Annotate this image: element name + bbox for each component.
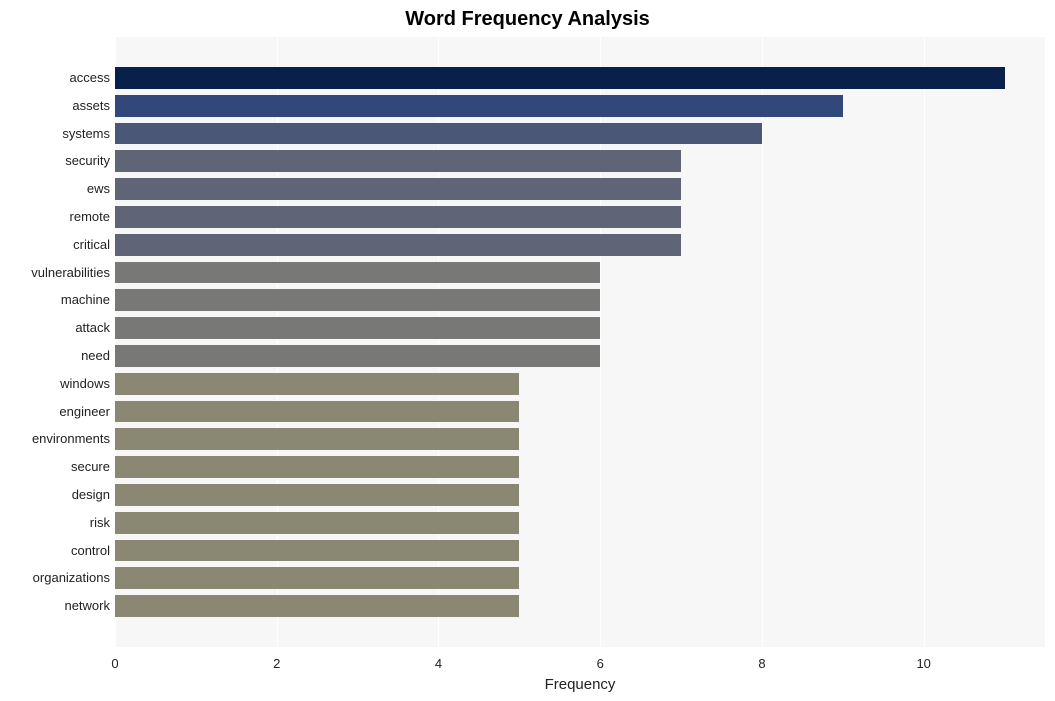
bar	[115, 567, 519, 589]
bar	[115, 345, 600, 367]
y-tick-label: remote	[0, 206, 110, 228]
bar	[115, 234, 681, 256]
x-tick-label: 4	[435, 656, 442, 671]
bars-group	[115, 37, 1045, 647]
y-tick-label: network	[0, 595, 110, 617]
chart-container: Word Frequency Analysis access assets syst…	[0, 0, 1055, 701]
x-axis-label: Frequency	[115, 676, 1045, 693]
bar	[115, 484, 519, 506]
y-tick-label: assets	[0, 95, 110, 117]
bar-row	[115, 567, 519, 589]
bar	[115, 317, 600, 339]
y-tick-label: design	[0, 484, 110, 506]
y-tick-label: security	[0, 150, 110, 172]
bar-row	[115, 317, 600, 339]
y-tick-label: windows	[0, 373, 110, 395]
y-tick-label: systems	[0, 123, 110, 145]
x-tick-label: 0	[111, 656, 118, 671]
y-tick-label: need	[0, 345, 110, 367]
bar-row	[115, 178, 681, 200]
bar	[115, 595, 519, 617]
bar-row	[115, 95, 843, 117]
bar	[115, 512, 519, 534]
bar	[115, 373, 519, 395]
bar	[115, 540, 519, 562]
bar-row	[115, 345, 600, 367]
y-tick-label: organizations	[0, 567, 110, 589]
bar-row	[115, 456, 519, 478]
y-tick-label: risk	[0, 512, 110, 534]
y-tick-label: environments	[0, 428, 110, 450]
bar	[115, 401, 519, 423]
bar	[115, 67, 1005, 89]
y-tick-label: engineer	[0, 401, 110, 423]
bar	[115, 206, 681, 228]
y-tick-label: control	[0, 540, 110, 562]
bar-row	[115, 67, 1005, 89]
bar-row	[115, 512, 519, 534]
y-tick-label: attack	[0, 317, 110, 339]
x-tick-label: 2	[273, 656, 280, 671]
bar	[115, 428, 519, 450]
bar	[115, 150, 681, 172]
x-tick-label: 8	[758, 656, 765, 671]
x-tick-label: 10	[916, 656, 930, 671]
bar-row	[115, 206, 681, 228]
bar	[115, 262, 600, 284]
bar-row	[115, 540, 519, 562]
y-tick-label: ews	[0, 178, 110, 200]
bar-row	[115, 234, 681, 256]
y-tick-label: critical	[0, 234, 110, 256]
x-tick-label: 6	[597, 656, 604, 671]
bar-row	[115, 428, 519, 450]
bar	[115, 289, 600, 311]
plot-area	[115, 37, 1045, 647]
bar	[115, 95, 843, 117]
bar-row	[115, 262, 600, 284]
y-tick-label: secure	[0, 456, 110, 478]
bar-row	[115, 595, 519, 617]
y-tick-label: vulnerabilities	[0, 262, 110, 284]
y-tick-label: machine	[0, 289, 110, 311]
chart-title: Word Frequency Analysis	[0, 8, 1055, 31]
bar-row	[115, 150, 681, 172]
y-tick-label: access	[0, 67, 110, 89]
bar-row	[115, 373, 519, 395]
bar-row	[115, 289, 600, 311]
bar-row	[115, 484, 519, 506]
bar	[115, 123, 762, 145]
bar	[115, 178, 681, 200]
bar-row	[115, 123, 762, 145]
bar-row	[115, 401, 519, 423]
bar	[115, 456, 519, 478]
